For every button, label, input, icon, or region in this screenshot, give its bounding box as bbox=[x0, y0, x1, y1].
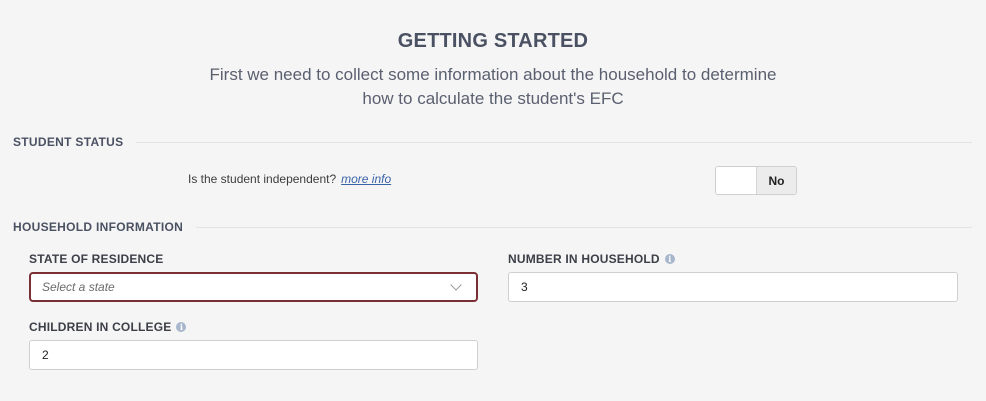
more-info-link[interactable]: more info bbox=[341, 172, 391, 186]
state-label-text: STATE OF RESIDENCE bbox=[29, 252, 164, 266]
number-in-household-label: NUMBER IN HOUSEHOLD i bbox=[508, 252, 675, 266]
household-heading: HOUSEHOLD INFORMATION bbox=[13, 220, 184, 234]
children-label-text: CHILDREN IN COLLEGE bbox=[29, 320, 172, 334]
section-divider bbox=[136, 141, 972, 143]
number-in-household-input[interactable]: 3 bbox=[508, 272, 958, 302]
chevron-down-icon bbox=[450, 279, 462, 291]
getting-started-page: GETTING STARTED First we need to collect… bbox=[0, 0, 986, 401]
toggle-knob bbox=[716, 167, 756, 194]
independent-question-row: Is the student independent? more info bbox=[188, 172, 391, 186]
subtitle-line-1: First we need to collect some informatio… bbox=[209, 65, 777, 84]
state-of-residence-label: STATE OF RESIDENCE bbox=[29, 252, 164, 266]
children-in-college-input[interactable]: 2 bbox=[29, 340, 478, 370]
independent-toggle[interactable]: No bbox=[715, 166, 797, 195]
toggle-state-label: No bbox=[756, 167, 796, 194]
subtitle-line-2: how to calculate the student's EFC bbox=[362, 89, 624, 108]
number-label-text: NUMBER IN HOUSEHOLD bbox=[508, 252, 660, 266]
independent-question-label: Is the student independent? bbox=[188, 172, 337, 186]
state-select-placeholder: Select a state bbox=[42, 280, 115, 294]
section-divider bbox=[196, 226, 972, 228]
household-section-header: HOUSEHOLD INFORMATION bbox=[13, 220, 972, 234]
state-select[interactable]: Select a state bbox=[29, 272, 478, 302]
info-icon[interactable]: i bbox=[176, 322, 187, 332]
page-title: GETTING STARTED bbox=[397, 30, 589, 52]
info-icon[interactable]: i bbox=[664, 254, 675, 264]
page-subtitle: First we need to collect some informatio… bbox=[0, 63, 986, 111]
student-status-section-header: STUDENT STATUS bbox=[13, 135, 972, 149]
children-in-college-label: CHILDREN IN COLLEGE i bbox=[29, 320, 187, 334]
student-status-heading: STUDENT STATUS bbox=[13, 135, 124, 149]
